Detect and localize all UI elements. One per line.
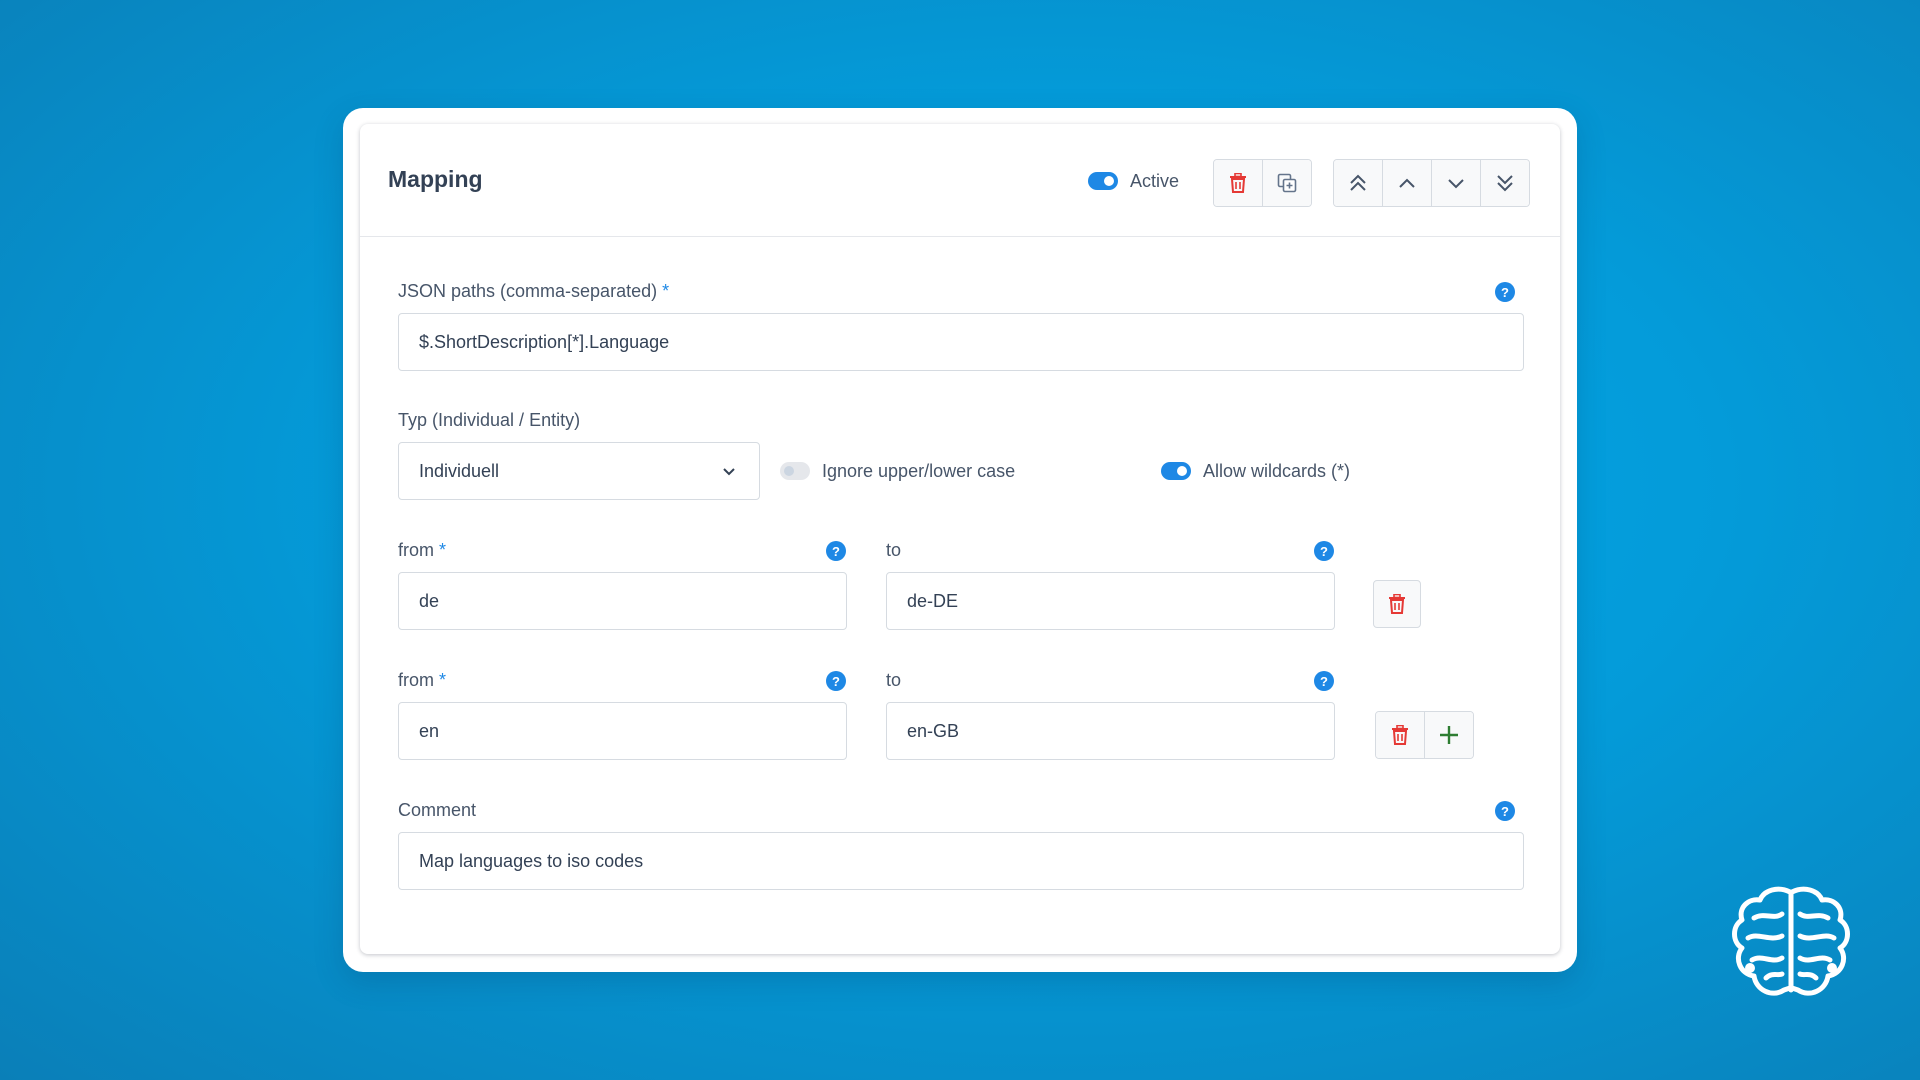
copy-icon [1277,173,1297,193]
from-input[interactable]: en [398,702,847,760]
trash-icon [1230,173,1246,193]
trash-icon [1389,594,1405,614]
help-icon[interactable]: ? [1495,282,1515,302]
required-mark: * [662,281,670,301]
from-label-text: from [398,540,434,560]
move-up-button[interactable] [1383,160,1432,206]
json-paths-input[interactable]: $.ShortDescription[*].Language [398,313,1524,371]
from-label: from * [398,670,446,691]
from-label-text: from [398,670,434,690]
brain-logo-icon [1732,886,1850,996]
reorder-group [1333,159,1530,207]
to-input[interactable]: de-DE [886,572,1335,630]
help-icon[interactable]: ? [1495,801,1515,821]
card-title: Mapping [388,166,483,192]
row-actions-group [1213,159,1312,207]
required-mark: * [439,540,447,560]
from-label: from * [398,540,446,561]
delete-row-button[interactable] [1376,712,1425,758]
from-input[interactable]: de [398,572,847,630]
delete-row-button[interactable] [1373,580,1421,628]
json-paths-label-text: JSON paths (comma-separated) [398,281,658,301]
to-label: to [886,670,902,690]
wildcards-label: Allow wildcards (*) [1203,461,1351,481]
move-up-icon [1399,178,1415,188]
delete-mapping-button[interactable] [1214,160,1263,206]
move-down-icon [1448,179,1464,189]
move-down-button[interactable] [1432,160,1481,206]
active-label: Active [1130,171,1180,191]
ignore-case-toggle[interactable] [780,462,810,480]
comment-input[interactable]: Map languages to iso codes [398,832,1524,890]
trash-icon [1392,725,1408,745]
required-mark: * [439,670,447,690]
json-paths-label: JSON paths (comma-separated) * [398,281,669,302]
help-icon[interactable]: ? [1314,541,1334,561]
move-bottom-icon [1497,175,1513,192]
comment-label: Comment [398,800,477,820]
type-select-value: Individuell [419,460,500,481]
active-toggle[interactable] [1088,172,1118,190]
toggle-knob [784,466,794,476]
to-label: to [886,540,902,560]
copy-mapping-button[interactable] [1263,160,1311,206]
mapping-card: Mapping Active JSON paths (comma-separat… [360,124,1560,954]
move-top-icon [1350,174,1366,191]
wildcards-toggle[interactable] [1161,462,1191,480]
move-top-button[interactable] [1334,160,1383,206]
plus-icon [1440,726,1458,744]
add-row-button[interactable] [1425,712,1473,758]
to-input[interactable]: en-GB [886,702,1335,760]
row-2-actions [1375,711,1474,759]
chevron-down-icon [723,468,735,476]
dialog-frame: Mapping Active JSON paths (comma-separat… [343,108,1577,972]
help-icon[interactable]: ? [1314,671,1334,691]
toggle-knob [1177,466,1187,476]
type-label: Typ (Individual / Entity) [398,410,581,430]
help-icon[interactable]: ? [826,671,846,691]
type-select[interactable]: Individuell [398,442,760,500]
move-bottom-button[interactable] [1481,160,1529,206]
ignore-case-label: Ignore upper/lower case [822,461,1016,481]
help-icon[interactable]: ? [826,541,846,561]
toggle-knob [1104,176,1114,186]
card-header: Mapping Active [360,124,1560,237]
